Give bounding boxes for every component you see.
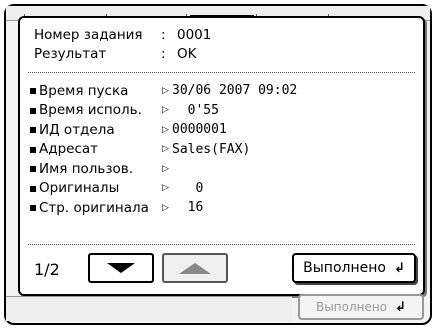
pointer-triangle-icon: ▷ [162,85,169,96]
detail-value: 0 [172,180,204,196]
detail-value: 0'55 [172,102,219,118]
pointer-triangle-icon: ▷ [162,124,169,135]
divider [28,72,415,73]
detail-value: Sales(FAX) [172,141,251,157]
detail-label: Стр. оригинала [39,199,149,216]
detail-label: Имя пользов. [39,160,134,177]
detail-label: ИД отдела [39,121,115,138]
enter-icon: ↲ [393,260,405,276]
colon: : [161,46,166,62]
bottom-done-button[interactable]: Выполнено ↲ [298,294,424,320]
bottom-status-bar [6,296,292,321]
detail-label: Адресат [39,141,99,158]
pointer-triangle-icon: ▷ [162,105,169,116]
scroll-up-button[interactable] [162,253,228,283]
result-row: Результат : OK [34,45,211,64]
detail-row-originals: Оригиналы ▷ 0 [30,179,297,199]
bullet-icon [30,107,36,114]
triangle-down-icon [107,263,135,273]
detail-row-user-name: Имя пользов. ▷ [30,159,297,179]
scroll-down-button[interactable] [88,253,154,283]
done-button-label: Выполнено [303,260,386,276]
done-button[interactable]: Выполнено ↲ [292,253,416,283]
detail-row-dept-id: ИД отдела ▷ 0000001 [30,120,297,140]
detail-value: 0000001 [172,122,227,138]
detail-label: Оригиналы [39,180,120,197]
job-details-dialog: Номер задания : 0001 Результат : OK Врем… [18,16,425,296]
detail-value: 16 [172,200,204,216]
divider [28,244,415,245]
job-header: Номер задания : 0001 Результат : OK [34,26,211,64]
detail-value: 30/06 2007 09:02 [172,83,298,99]
details-list: Время пуска ▷ 30/06 2007 09:02 Время исп… [30,81,297,218]
bullet-icon [30,185,36,192]
detail-label: Время пуска [39,82,129,99]
job-number-row: Номер задания : 0001 [34,26,211,45]
detail-row-original-pages: Стр. оригинала ▷ 16 [30,198,297,218]
detail-row-start-time: Время пуска ▷ 30/06 2007 09:02 [30,81,297,101]
bottom-done-label: Выполнено [316,300,388,314]
bullet-icon [30,166,36,173]
bullet-icon [30,146,36,153]
job-number-label: Номер задания [34,27,143,43]
pointer-triangle-icon: ▷ [162,163,169,174]
bullet-icon [30,88,36,95]
page-indicator: 1/2 [34,260,60,279]
detail-row-duration: Время исполь. ▷ 0'55 [30,101,297,121]
triangle-up-icon [179,262,211,274]
colon: : [161,27,166,43]
detail-label: Время исполь. [39,102,142,119]
bullet-icon [30,205,36,212]
bullet-icon [30,127,36,134]
result-label: Результат [34,46,107,62]
pointer-triangle-icon: ▷ [162,144,169,155]
pointer-triangle-icon: ▷ [162,183,169,194]
enter-icon: ↲ [395,299,406,315]
detail-row-destination: Адресат ▷ Sales(FAX) [30,140,297,160]
result-value: OK [177,46,197,62]
pointer-triangle-icon: ▷ [162,202,169,213]
job-number-value: 0001 [177,27,212,43]
